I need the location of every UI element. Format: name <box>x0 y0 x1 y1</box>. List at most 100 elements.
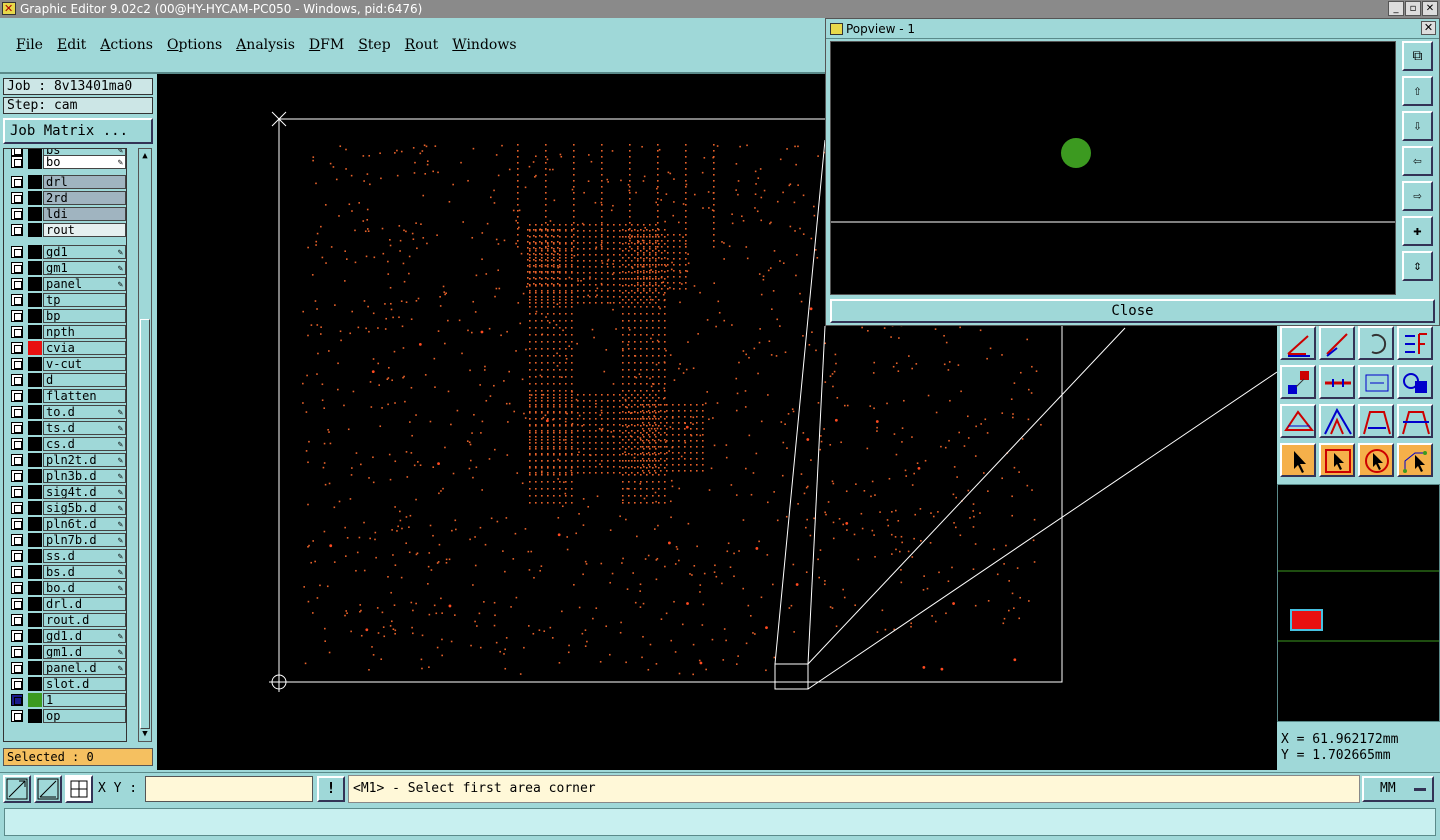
layer-color-swatch[interactable] <box>28 357 42 371</box>
layer-name[interactable]: bp <box>43 309 126 323</box>
layer-name[interactable]: sig4t.d ✎ <box>43 485 126 499</box>
units-select[interactable]: MM <box>1362 776 1434 802</box>
layer-checkbox[interactable] <box>11 246 23 258</box>
layer-color-swatch[interactable] <box>28 277 42 291</box>
popview-close-button[interactable]: Close <box>830 299 1435 323</box>
measure-tool-icon[interactable] <box>1358 365 1394 399</box>
snap-center-icon[interactable] <box>65 775 93 803</box>
layer-name[interactable]: bo ✎ <box>43 155 126 169</box>
layer-name[interactable]: panel ✎ <box>43 277 126 291</box>
layer-row[interactable]: bs.d ✎ <box>6 565 126 579</box>
text-tool-icon[interactable] <box>1397 326 1433 360</box>
layer-row[interactable]: gd1.d ✎ <box>6 629 126 643</box>
layer-row[interactable]: gm1.d ✎ <box>6 645 126 659</box>
scroll-up-icon[interactable]: ▲ <box>140 151 150 161</box>
layer-name[interactable]: gm1 ✎ <box>43 261 126 275</box>
layer-color-swatch[interactable] <box>28 565 42 579</box>
layer-row[interactable]: op <box>6 709 126 723</box>
scroll-down-icon[interactable]: ▼ <box>140 729 150 739</box>
layer-checkbox[interactable] <box>11 646 23 658</box>
snap-angle-icon[interactable] <box>34 775 62 803</box>
layer-color-swatch[interactable] <box>28 645 42 659</box>
layer-checkbox[interactable] <box>11 486 23 498</box>
layer-row[interactable]: tp <box>6 293 126 307</box>
layer-name[interactable]: gm1.d ✎ <box>43 645 126 659</box>
add-line-tool-icon[interactable] <box>1280 326 1316 360</box>
layer-checkbox[interactable] <box>11 294 23 306</box>
layer-name[interactable]: flatten <box>43 389 126 403</box>
layer-name[interactable]: bs.d ✎ <box>43 565 126 579</box>
layer-color-swatch[interactable] <box>28 245 42 259</box>
layer-checkbox[interactable] <box>11 278 23 290</box>
layer-row[interactable]: rout <box>6 223 126 237</box>
layer-color-swatch[interactable] <box>28 421 42 435</box>
layer-checkbox[interactable] <box>11 518 23 530</box>
poly-tool-icon[interactable] <box>1280 404 1316 438</box>
xy-input[interactable] <box>145 776 313 802</box>
menu-dfm[interactable]: DFM <box>309 37 344 53</box>
layer-checkbox[interactable] <box>11 374 23 386</box>
draw-line-tool-icon[interactable] <box>1319 326 1355 360</box>
layer-name[interactable]: 2rd <box>43 191 126 205</box>
layer-color-swatch[interactable] <box>28 191 42 205</box>
split-tool-icon[interactable] <box>1319 365 1355 399</box>
layer-name[interactable]: 1 <box>43 693 126 707</box>
layer-color-swatch[interactable] <box>28 293 42 307</box>
popview-canvas[interactable] <box>830 41 1396 295</box>
layer-name[interactable]: slot.d <box>43 677 126 691</box>
layer-row[interactable]: panel.d ✎ <box>6 661 126 675</box>
layer-checkbox[interactable] <box>11 550 23 562</box>
layer-color-swatch[interactable] <box>28 501 42 515</box>
layer-color-swatch[interactable] <box>28 261 42 275</box>
layer-row[interactable]: ss.d ✎ <box>6 549 126 563</box>
layer-name[interactable]: panel.d ✎ <box>43 661 126 675</box>
layer-color-swatch[interactable] <box>28 517 42 531</box>
layer-name[interactable]: bo.d ✎ <box>43 581 126 595</box>
layer-checkbox[interactable] <box>11 208 23 220</box>
layer-color-swatch[interactable] <box>28 309 42 323</box>
layer-name[interactable]: ts.d ✎ <box>43 421 126 435</box>
layer-row[interactable]: pln2t.d ✎ <box>6 453 126 467</box>
layer-name[interactable]: rout.d <box>43 613 126 627</box>
zoom-out-icon[interactable]: ⇕ <box>1402 251 1433 281</box>
layer-name[interactable]: sig5b.d ✎ <box>43 501 126 515</box>
layer-checkbox[interactable] <box>11 662 23 674</box>
layer-row[interactable]: d <box>6 373 126 387</box>
layer-checkbox[interactable] <box>11 262 23 274</box>
layer-row[interactable]: panel ✎ <box>6 277 126 291</box>
layer-color-swatch[interactable] <box>28 325 42 339</box>
zoom-in-icon[interactable]: ✚ <box>1402 216 1433 246</box>
layer-name[interactable]: cvia <box>43 341 126 355</box>
layer-color-swatch[interactable] <box>28 155 42 169</box>
layer-name[interactable]: rout <box>43 223 126 237</box>
layer-name[interactable]: pln3b.d ✎ <box>43 469 126 483</box>
job-matrix-button[interactable]: Job Matrix ... <box>3 118 153 144</box>
select-area-icon[interactable] <box>1319 443 1355 477</box>
layer-checkbox[interactable] <box>11 390 23 402</box>
layer-checkbox[interactable] <box>11 566 23 578</box>
layer-checkbox[interactable] <box>11 438 23 450</box>
layer-name[interactable]: pln6t.d ✎ <box>43 517 126 531</box>
layer-row[interactable]: 2rd <box>6 191 126 205</box>
layer-row[interactable]: to.d ✎ <box>6 405 126 419</box>
layer-color-swatch[interactable] <box>28 549 42 563</box>
layer-row[interactable]: gm1 ✎ <box>6 261 126 275</box>
layer-row[interactable]: bo.d ✎ <box>6 581 126 595</box>
layer-checkbox[interactable] <box>11 406 23 418</box>
layer-checkbox[interactable] <box>11 224 23 236</box>
layer-checkbox[interactable] <box>11 422 23 434</box>
layer-color-swatch[interactable] <box>28 597 42 611</box>
arc-tool-icon[interactable] <box>1358 326 1394 360</box>
layer-checkbox[interactable] <box>11 614 23 626</box>
menu-analysis[interactable]: Analysis <box>236 37 295 53</box>
scroll-thumb[interactable] <box>140 319 150 729</box>
menu-file[interactable]: File <box>16 37 43 53</box>
layer-name[interactable]: tp <box>43 293 126 307</box>
layer-name[interactable]: drl.d <box>43 597 126 611</box>
layer-color-swatch[interactable] <box>28 661 42 675</box>
menu-rout[interactable]: Rout <box>405 37 439 53</box>
layer-checkbox[interactable] <box>11 630 23 642</box>
menu-edit[interactable]: Edit <box>57 37 86 53</box>
layer-checkbox[interactable] <box>11 502 23 514</box>
layer-color-swatch[interactable] <box>28 613 42 627</box>
